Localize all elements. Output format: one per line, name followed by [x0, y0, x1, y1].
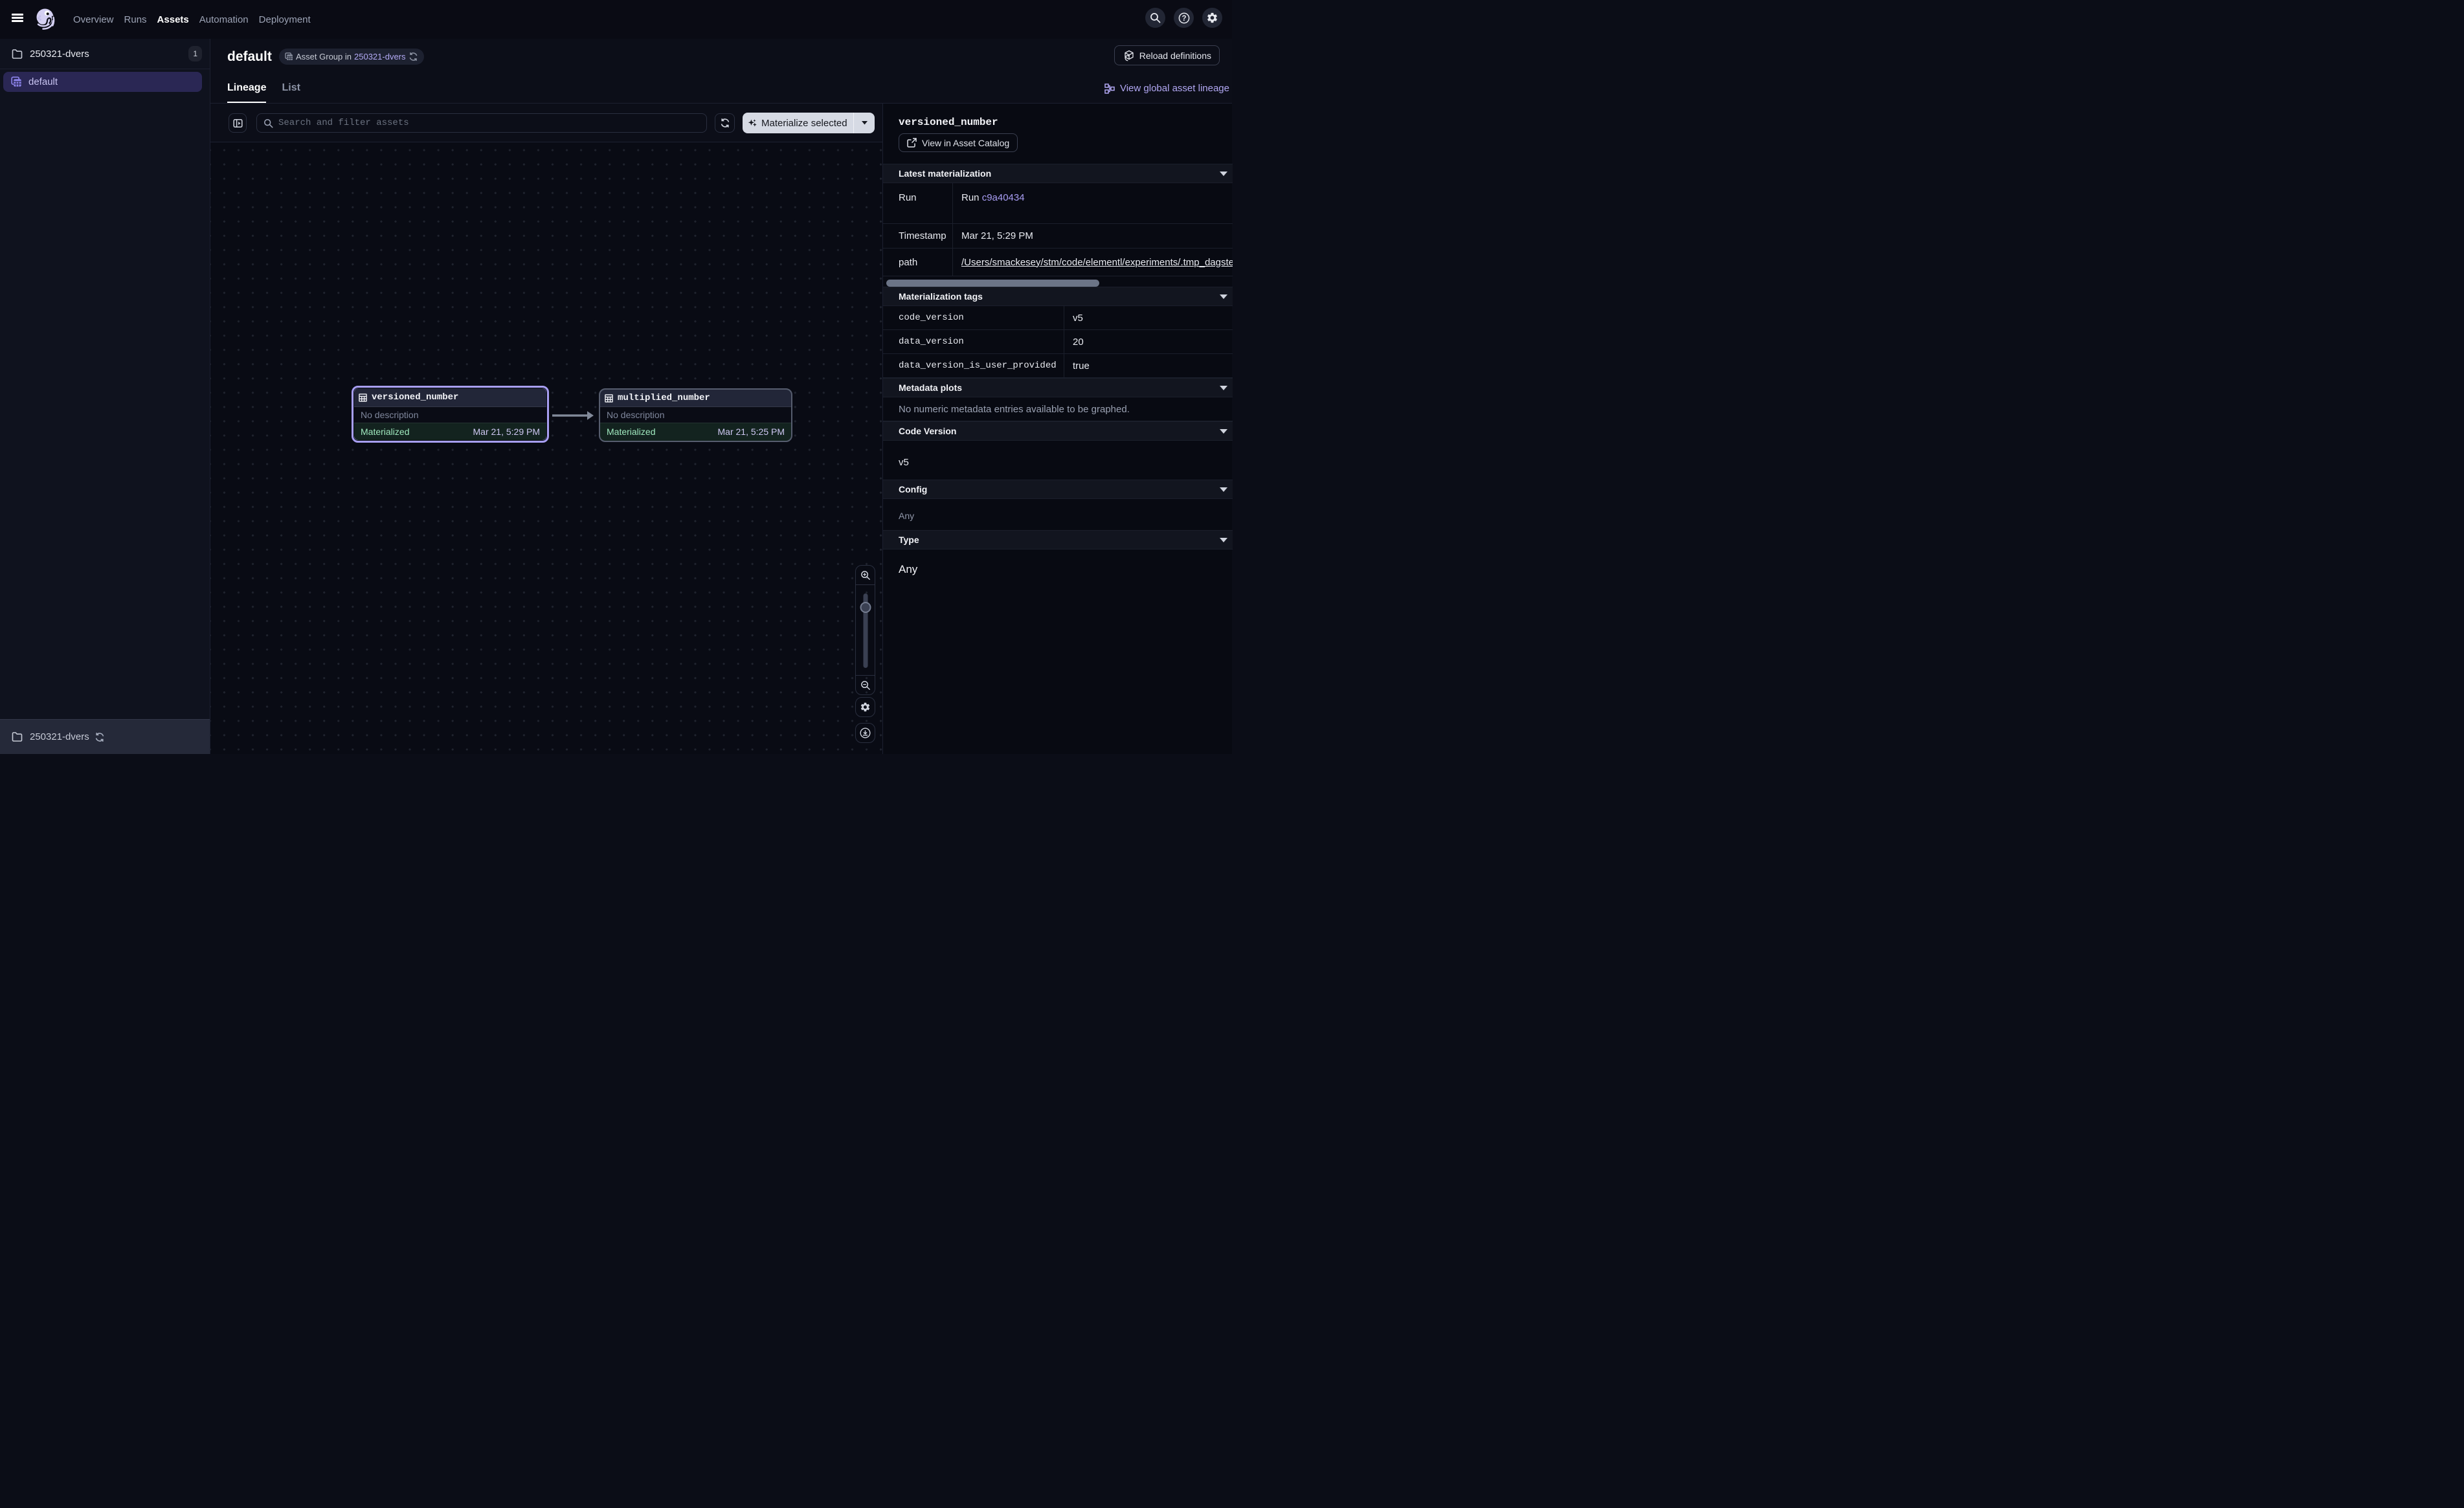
svg-text:?: ?: [1182, 14, 1186, 22]
